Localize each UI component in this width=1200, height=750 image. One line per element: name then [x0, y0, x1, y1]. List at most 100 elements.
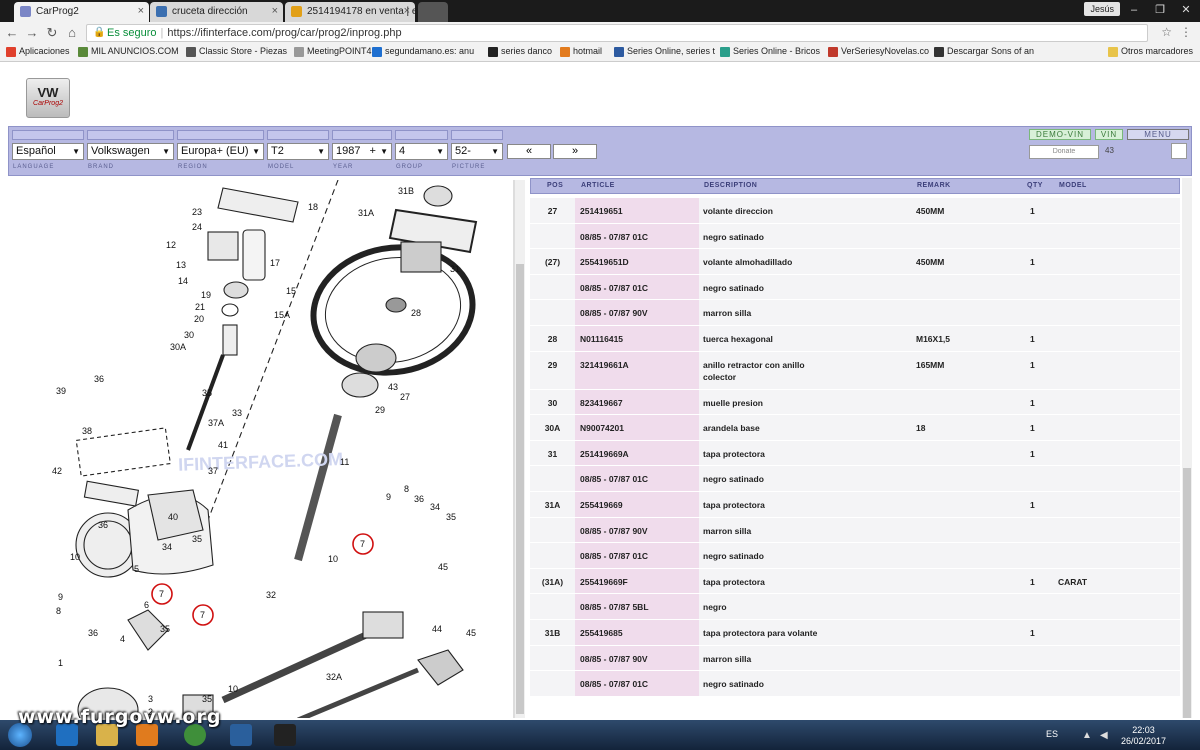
table-row[interactable]: 08/85 - 07/87 5BL negro [530, 594, 1180, 620]
table-row[interactable]: 28 N01116415 tuerca hexagonal M16X1,5 1 [530, 325, 1180, 352]
bookmark-label: series danco [501, 46, 553, 56]
bookmark-item[interactable]: Series Online - Bricos [720, 46, 820, 57]
table-scrollbar[interactable] [1182, 178, 1192, 718]
table-row[interactable]: 08/85 - 07/87 01C negro satinado [530, 543, 1180, 569]
bookmark-item[interactable]: Classic Store - Piezas [186, 46, 287, 57]
close-icon[interactable]: × [138, 5, 144, 17]
next-picture-button[interactable]: » [553, 144, 597, 159]
bookmark-item[interactable]: VerSeriesyNovelas.co [828, 46, 929, 57]
parts-diagram[interactable]: IFINTERFACE.COM 23 24 12 13 14 19 21 20 … [8, 179, 513, 733]
language-indicator[interactable]: ES [1046, 729, 1058, 739]
table-row[interactable]: 31 251419669A tapa protectora 1 [530, 440, 1180, 467]
table-row[interactable]: 08/85 - 07/87 01C negro satinado [530, 671, 1180, 697]
chevron-down-icon: ▼ [162, 147, 170, 156]
table-row[interactable]: 31B 255419685 tapa protectora para volante… [530, 619, 1180, 646]
table-row[interactable]: 30 823419667 muelle presion 1 [530, 389, 1180, 416]
bookmark-item[interactable]: series danco [488, 46, 553, 57]
empty-input[interactable] [1171, 143, 1187, 159]
table-row[interactable]: 31A 255419669 tapa protectora 1 [530, 491, 1180, 518]
brand-select[interactable]: Volkswagen ▼ [87, 143, 174, 160]
cell-article: 08/85 - 07/87 01C [580, 551, 649, 562]
new-tab-button[interactable] [418, 2, 448, 22]
site-icon [560, 47, 570, 57]
forward-arrow-icon[interactable]: → [24, 25, 40, 41]
app-icon[interactable] [274, 724, 296, 746]
bookmark-label: hotmail [573, 46, 603, 56]
demo-vin-button[interactable]: DEMO-VIN [1029, 129, 1091, 140]
tab-carprog2[interactable]: CarProg2 × [14, 2, 149, 22]
table-row[interactable]: (31A) 255419669F tapa protectora 1 CARAT [530, 568, 1180, 595]
steering-diagram-svg: IFINTERFACE.COM 23 24 12 13 14 19 21 20 … [52, 179, 478, 733]
wheel-hub [355, 343, 397, 373]
bookmark-item[interactable]: MIL ANUNCIOS.COM [78, 46, 179, 57]
table-row[interactable]: 08/85 - 07/87 01C negro satinado [530, 223, 1180, 250]
table-row[interactable]: 08/85 - 07/87 90V marron silla [530, 300, 1180, 326]
bookmark-star-icon[interactable]: ☆ [1161, 25, 1172, 39]
table-row[interactable]: 08/85 - 07/87 90V marron silla [530, 645, 1180, 672]
close-icon[interactable]: × [404, 5, 410, 17]
app-icon[interactable] [230, 724, 252, 746]
column-housing [207, 231, 239, 261]
table-row[interactable]: 27 251419651 volante direccion 450MM 1 [530, 198, 1180, 224]
tab-ebay[interactable]: 2514194178 en venta | e × [285, 2, 415, 22]
group-select[interactable]: 4 ▼ [395, 143, 448, 160]
bookmark-item[interactable]: Descargar Sons of an [934, 46, 1034, 57]
volume-icon[interactable]: ◀ [1100, 730, 1108, 741]
table-row[interactable]: 08/85 - 07/87 01C negro satinado [530, 466, 1180, 492]
close-window-icon[interactable]: ✕ [1174, 2, 1198, 18]
callout-11: 11 [340, 457, 349, 467]
prev-picture-button[interactable]: « [507, 144, 551, 159]
table-row[interactable]: 08/85 - 07/87 90V marron silla [530, 517, 1180, 544]
callout-35e: 35 [446, 512, 456, 522]
bookmark-item[interactable]: segundamano.es: anu [372, 46, 475, 57]
year-select[interactable]: 1987 + ▼ [332, 143, 392, 160]
model-select[interactable]: T2 ▼ [267, 143, 329, 160]
reload-icon[interactable]: ↻ [44, 25, 60, 41]
cell-article: N01116415 [580, 333, 624, 344]
bookmark-item[interactable]: Aplicaciones [6, 46, 70, 57]
close-icon[interactable]: × [272, 5, 278, 17]
language-select[interactable]: Español ▼ [12, 143, 84, 160]
callout-45b: 45 [466, 628, 476, 638]
bookmark-label: Aplicaciones [19, 46, 70, 56]
maximize-icon[interactable]: ❐ [1148, 2, 1172, 18]
profile-button[interactable]: Jesús [1084, 2, 1120, 16]
bookmark-item[interactable]: MeetingPOINT4u [294, 46, 377, 57]
table-row[interactable]: 30A N90074201 arandela base 18 1 [530, 415, 1180, 441]
cell-article: 08/85 - 07/87 01C [580, 474, 649, 485]
picture-value: 52- [455, 145, 471, 157]
table-row[interactable]: (27) 255419651D volante almohadillado 450MM… [530, 249, 1180, 275]
table-row[interactable]: 08/85 - 07/87 01C negro satinado [530, 274, 1180, 301]
donate-button[interactable]: Donate [1029, 145, 1099, 159]
bookmark-label: segundamano.es: anu [385, 46, 475, 56]
bookmark-item-other[interactable]: Otros marcadores [1108, 46, 1193, 57]
url-input[interactable]: 🔒 Es seguro | https://ifinterface.com/prog… [86, 24, 1148, 42]
clock-time: 22:03 [1132, 725, 1155, 735]
cell-description: muelle presion [703, 397, 763, 408]
browser-menu-icon[interactable]: ⋮ [1180, 25, 1192, 39]
home-icon[interactable]: ⌂ [64, 25, 80, 41]
cell-pos: 27 [547, 206, 558, 216]
callout-37a: 37A [208, 418, 224, 428]
tab-cruceta[interactable]: cruceta dirección × [150, 2, 283, 22]
region-select[interactable]: Europa+ (EU) ▼ [177, 143, 264, 160]
chevron-down-icon: ▼ [491, 147, 499, 156]
minimize-icon[interactable]: – [1122, 2, 1146, 18]
vin-button[interactable]: VIN [1095, 129, 1123, 140]
bookmark-item[interactable]: hotmail [560, 46, 603, 57]
apps-icon [6, 47, 16, 57]
bookmark-item[interactable]: Series Online, series t [614, 46, 715, 57]
picture-select[interactable]: 52- ▼ [451, 143, 503, 160]
callout-4: 4 [120, 634, 125, 644]
clock[interactable]: 22:03 26/02/2017 [1121, 725, 1166, 747]
network-icon[interactable]: ▲ [1082, 730, 1092, 741]
callout-30: 30 [184, 330, 194, 340]
menu-button[interactable]: MENU [1127, 129, 1189, 140]
table-row[interactable]: 29 321419661A anillo retractor con anillo 1… [530, 351, 1180, 390]
scroll-thumb[interactable] [516, 264, 524, 714]
cell-article: 08/85 - 07/87 90V [580, 525, 648, 536]
scroll-thumb[interactable] [1183, 468, 1191, 718]
back-arrow-icon[interactable]: ← [4, 25, 20, 41]
diagram-scrollbar[interactable] [515, 180, 525, 718]
callout-44: 44 [432, 624, 442, 634]
